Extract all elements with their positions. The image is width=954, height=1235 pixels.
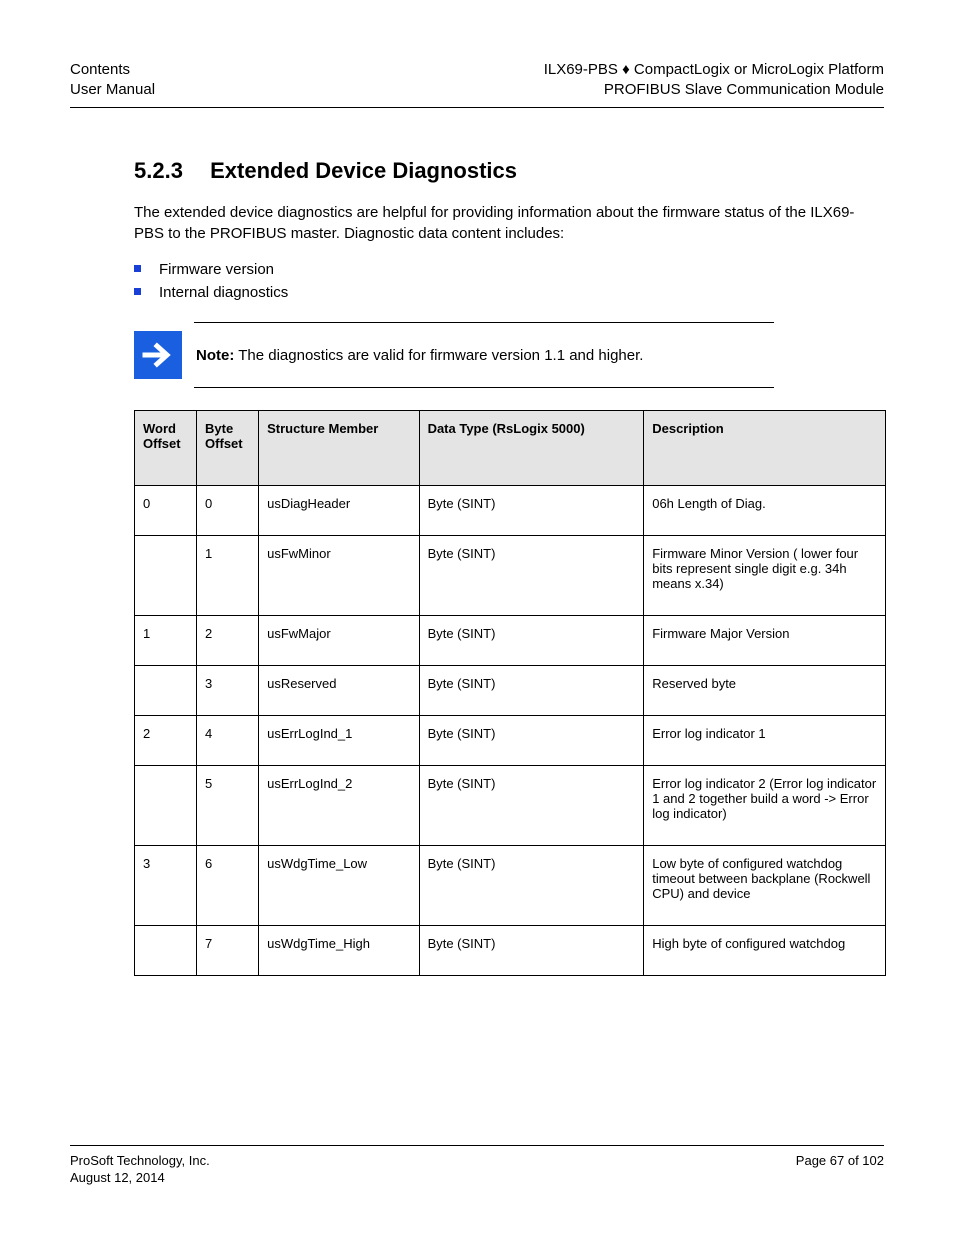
section-number: 5.2.3: [134, 158, 204, 184]
cell: Byte (SINT): [419, 926, 644, 976]
cell: 1: [197, 536, 259, 616]
table-row: 1 2 usFwMajor Byte (SINT) Firmware Major…: [135, 616, 886, 666]
cell: usFwMinor: [259, 536, 419, 616]
bullet-list: Firmware version Internal diagnostics: [134, 259, 884, 304]
col-header: Data Type (RsLogix 5000): [419, 411, 644, 486]
cell: Byte (SINT): [419, 616, 644, 666]
footer-date: August 12, 2014: [70, 1169, 210, 1187]
cell: Firmware Major Version: [644, 616, 886, 666]
page-header: Contents User Manual ILX69-PBS ♦ Compact…: [70, 60, 884, 101]
cell: 6: [197, 846, 259, 926]
cell: Byte (SINT): [419, 716, 644, 766]
footer-left: ProSoft Technology, Inc. August 12, 2014: [70, 1152, 210, 1187]
note-block: Note: The diagnostics are valid for firm…: [134, 322, 884, 388]
cell: Firmware Minor Version ( lower four bits…: [644, 536, 886, 616]
page: Contents User Manual ILX69-PBS ♦ Compact…: [0, 0, 954, 1235]
table-header-row: Word Offset Byte Offset Structure Member…: [135, 411, 886, 486]
table-row: 1 usFwMinor Byte (SINT) Firmware Minor V…: [135, 536, 886, 616]
cell: 0: [135, 486, 197, 536]
col-header: Byte Offset: [197, 411, 259, 486]
cell: usWdgTime_Low: [259, 846, 419, 926]
col-header: Structure Member: [259, 411, 419, 486]
cell: Error log indicator 2 (Error log indicat…: [644, 766, 886, 846]
header-product: ILX69-PBS ♦ CompactLogix or MicroLogix P…: [544, 60, 884, 80]
cell: Byte (SINT): [419, 486, 644, 536]
table-row: 5 usErrLogInd_2 Byte (SINT) Error log in…: [135, 766, 886, 846]
footer-right: Page 67 of 102: [796, 1152, 884, 1187]
table-body: 0 0 usDiagHeader Byte (SINT) 06h Length …: [135, 486, 886, 976]
list-item: Internal diagnostics: [134, 282, 884, 305]
cell: usFwMajor: [259, 616, 419, 666]
page-footer: ProSoft Technology, Inc. August 12, 2014…: [70, 1145, 884, 1187]
cell: [135, 926, 197, 976]
cell: usErrLogInd_1: [259, 716, 419, 766]
note-label: Note:: [196, 347, 234, 364]
diagnostics-table: Word Offset Byte Offset Structure Member…: [134, 410, 886, 976]
footer-row: ProSoft Technology, Inc. August 12, 2014…: [70, 1152, 884, 1187]
cell: Byte (SINT): [419, 536, 644, 616]
cell: 3: [197, 666, 259, 716]
cell: 4: [197, 716, 259, 766]
bullet-text: Internal diagnostics: [159, 282, 288, 305]
intro-paragraph: The extended device diagnostics are help…: [134, 202, 884, 246]
section-title-text: Extended Device Diagnostics: [210, 158, 517, 183]
cell: 2: [197, 616, 259, 666]
cell: Byte (SINT): [419, 766, 644, 846]
cell: [135, 766, 197, 846]
cell: usReserved: [259, 666, 419, 716]
cell: [135, 666, 197, 716]
cell: Reserved byte: [644, 666, 886, 716]
col-header: Word Offset: [135, 411, 197, 486]
bullet-text: Firmware version: [159, 259, 274, 282]
table-row: 7 usWdgTime_High Byte (SINT) High byte o…: [135, 926, 886, 976]
header-manual: User Manual: [70, 80, 155, 100]
bullet-icon: [134, 265, 141, 272]
cell: usErrLogInd_2: [259, 766, 419, 846]
table-row: 2 4 usErrLogInd_1 Byte (SINT) Error log …: [135, 716, 886, 766]
cell: High byte of configured watchdog: [644, 926, 886, 976]
note-rule-bottom: [194, 387, 774, 388]
arrow-right-icon: [134, 331, 182, 379]
col-header: Description: [644, 411, 886, 486]
footer-page: Page 67 of 102: [796, 1152, 884, 1170]
table-row: 0 0 usDiagHeader Byte (SINT) 06h Length …: [135, 486, 886, 536]
header-rule: [70, 107, 884, 108]
cell: Byte (SINT): [419, 666, 644, 716]
cell: Byte (SINT): [419, 846, 644, 926]
header-contents: Contents: [70, 60, 155, 80]
table-row: 3 usReserved Byte (SINT) Reserved byte: [135, 666, 886, 716]
header-right: ILX69-PBS ♦ CompactLogix or MicroLogix P…: [544, 60, 884, 101]
note-body: The diagnostics are valid for firmware v…: [238, 347, 643, 364]
cell: 2: [135, 716, 197, 766]
footer-company: ProSoft Technology, Inc.: [70, 1152, 210, 1170]
footer-rule: [70, 1145, 884, 1146]
cell: usDiagHeader: [259, 486, 419, 536]
list-item: Firmware version: [134, 259, 884, 282]
cell: 0: [197, 486, 259, 536]
cell: 5: [197, 766, 259, 846]
cell: 1: [135, 616, 197, 666]
cell: [135, 536, 197, 616]
header-left: Contents User Manual: [70, 60, 155, 101]
cell: 3: [135, 846, 197, 926]
bullet-icon: [134, 288, 141, 295]
cell: 7: [197, 926, 259, 976]
cell: 06h Length of Diag.: [644, 486, 886, 536]
header-module: PROFIBUS Slave Communication Module: [544, 80, 884, 100]
cell: Low byte of configured watchdog timeout …: [644, 846, 886, 926]
note-row: Note: The diagnostics are valid for firm…: [134, 323, 884, 387]
table-row: 3 6 usWdgTime_Low Byte (SINT) Low byte o…: [135, 846, 886, 926]
cell: Error log indicator 1: [644, 716, 886, 766]
note-text: Note: The diagnostics are valid for firm…: [196, 347, 643, 364]
cell: usWdgTime_High: [259, 926, 419, 976]
section-heading: 5.2.3 Extended Device Diagnostics: [134, 158, 884, 184]
